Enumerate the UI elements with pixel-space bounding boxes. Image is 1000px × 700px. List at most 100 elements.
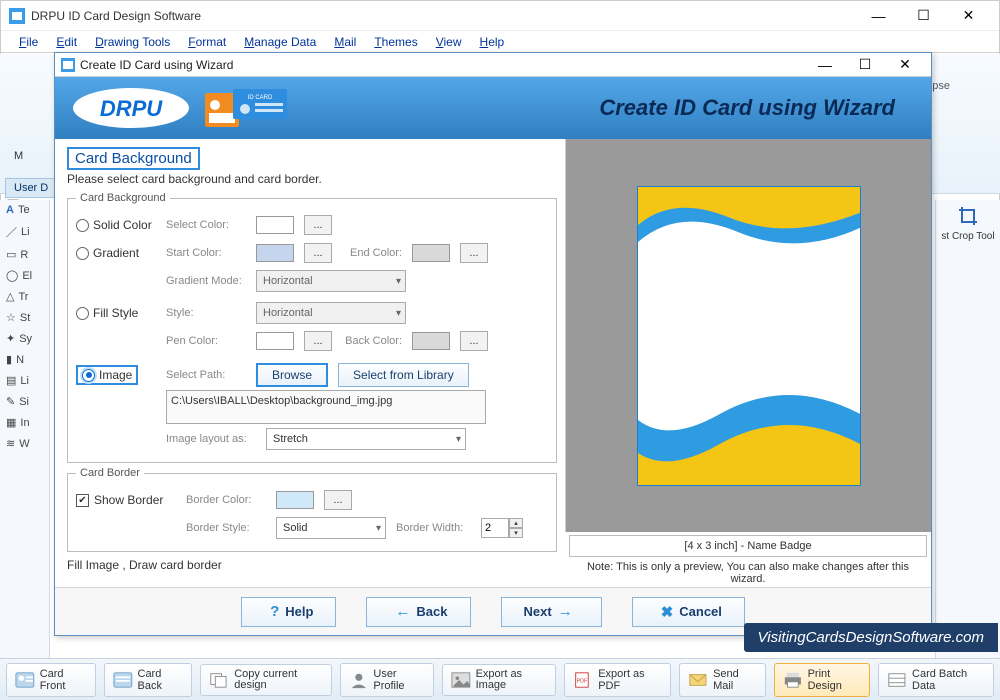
gradient-mode-select[interactable]: Horizontal (256, 270, 406, 292)
arrow-left-icon: ← (395, 603, 410, 620)
card-front-button[interactable]: Card Front (6, 663, 96, 697)
menu-manage-data[interactable]: Manage Data (236, 33, 324, 51)
wizard-icon (61, 58, 75, 72)
send-mail-button[interactable]: Send Mail (679, 663, 766, 697)
spinner-up[interactable]: ▴ (509, 518, 523, 528)
maximize-button[interactable]: ☐ (901, 1, 946, 31)
crop-tool-label: st Crop Tool (936, 231, 1000, 242)
card-preview (637, 186, 861, 486)
tool-text[interactable]: ATe (0, 200, 49, 220)
minimize-button[interactable]: — (856, 1, 901, 31)
image-path-field[interactable]: C:\Users\IBALL\Desktop\background_img.jp… (166, 390, 486, 424)
wizard-minimize-button[interactable]: — (805, 54, 845, 76)
back-color-label: Back Color: (342, 335, 402, 347)
tool-insert[interactable]: ▦In (0, 412, 49, 433)
crop-icon[interactable] (958, 206, 978, 226)
gradient-end-swatch[interactable] (412, 244, 450, 262)
pen-color-label: Pen Color: (166, 335, 246, 347)
gradient-start-picker-button[interactable]: ... (304, 243, 332, 263)
solid-color-picker-button[interactable]: ... (304, 215, 332, 235)
m-fragment: M (14, 150, 23, 162)
tool-symbol[interactable]: ✦Sy (0, 328, 49, 349)
id-cards-icon: ID CARD (203, 85, 293, 131)
menu-view[interactable]: View (428, 33, 470, 51)
wizard-maximize-button[interactable]: ☐ (845, 54, 885, 76)
menu-edit[interactable]: Edit (48, 33, 85, 51)
section-subtitle: Please select card background and card b… (67, 172, 557, 186)
preview-wave-top (638, 187, 861, 267)
next-button[interactable]: Next→ (501, 597, 602, 627)
menu-drawing-tools[interactable]: Drawing Tools (87, 33, 178, 51)
fill-style-select[interactable]: Horizontal (256, 302, 406, 324)
tool-star[interactable]: ☆St (0, 307, 49, 328)
pen-color-swatch[interactable] (256, 332, 294, 350)
print-icon (783, 671, 803, 689)
radio-gradient[interactable] (76, 247, 89, 260)
border-color-picker-button[interactable]: ... (324, 490, 352, 510)
preview-wave-bottom (638, 375, 861, 485)
radio-fill-style[interactable] (76, 307, 89, 320)
print-design-button[interactable]: Print Design (774, 663, 870, 697)
card-back-button[interactable]: Card Back (104, 663, 193, 697)
radio-solid-color[interactable] (76, 219, 89, 232)
radio-solid-label: Solid Color (93, 218, 152, 232)
browse-button[interactable]: Browse (256, 363, 328, 387)
menu-help[interactable]: Help (472, 33, 513, 51)
select-from-library-button[interactable]: Select from Library (338, 363, 469, 387)
section-title: Card Background (67, 147, 200, 170)
card-batch-data-button[interactable]: Card Batch Data (878, 663, 994, 697)
tool-ellipse[interactable]: ◯El (0, 265, 49, 286)
back-color-swatch[interactable] (412, 332, 450, 350)
border-width-input[interactable] (481, 518, 509, 538)
help-button[interactable]: ?Help (241, 597, 336, 627)
tool-rectangle[interactable]: ▭R (0, 244, 49, 265)
radio-image[interactable] (82, 369, 95, 382)
menu-themes[interactable]: Themes (366, 33, 425, 51)
wizard-close-button[interactable]: ✕ (885, 54, 925, 76)
left-toolbar: ATe ／Li ▭R ◯El △Tr ☆St ✦Sy ▮N ▤Li ✎Si ▦I… (0, 200, 50, 658)
export-pdf-button[interactable]: PDFExport as PDF (564, 663, 671, 697)
user-profile-button[interactable]: User Profile (340, 663, 434, 697)
app-icon (9, 8, 25, 24)
svg-text:ID CARD: ID CARD (248, 95, 273, 101)
select-color-label: Select Color: (166, 219, 246, 231)
export-image-button[interactable]: Export as Image (442, 664, 557, 696)
copy-design-button[interactable]: Copy current design (200, 664, 331, 696)
pdf-icon: PDF (573, 671, 593, 689)
tool-signature[interactable]: ✎Si (0, 391, 49, 412)
close-button[interactable]: ✕ (946, 1, 991, 31)
solid-color-swatch[interactable] (256, 216, 294, 234)
show-border-label: Show Border (94, 493, 163, 507)
batch-icon (887, 671, 907, 689)
spinner-down[interactable]: ▾ (509, 528, 523, 538)
tool-triangle[interactable]: △Tr (0, 286, 49, 307)
wizard-dialog: Create ID Card using Wizard — ☐ ✕ DRPU I… (54, 52, 932, 636)
back-button[interactable]: ←Back (366, 597, 470, 627)
select-path-label: Select Path: (166, 369, 246, 381)
tool-library[interactable]: ▤Li (0, 370, 49, 391)
copy-icon (209, 671, 229, 689)
gradient-start-swatch[interactable] (256, 244, 294, 262)
menu-file[interactable]: File (11, 33, 46, 51)
card-background-legend: Card Background (76, 192, 170, 204)
menu-format[interactable]: Format (180, 33, 234, 51)
tool-w[interactable]: ≋W (0, 433, 49, 454)
user-details-tab[interactable]: User D (5, 178, 57, 198)
tool-n[interactable]: ▮N (0, 349, 49, 370)
gradient-mode-label: Gradient Mode: (166, 275, 246, 287)
cancel-button[interactable]: ✖Cancel (632, 597, 745, 627)
drpu-logo: DRPU (71, 86, 191, 130)
wizard-title: Create ID Card using Wizard (80, 58, 805, 72)
card-front-icon (15, 671, 35, 689)
image-layout-select[interactable]: Stretch (266, 428, 466, 450)
border-color-swatch[interactable] (276, 491, 314, 509)
border-style-select[interactable]: Solid (276, 517, 386, 539)
gradient-end-picker-button[interactable]: ... (460, 243, 488, 263)
pen-color-picker-button[interactable]: ... (304, 331, 332, 351)
tool-line[interactable]: ／Li (0, 220, 49, 244)
menu-mail[interactable]: Mail (326, 33, 364, 51)
end-color-label: End Color: (342, 247, 402, 259)
show-border-checkbox[interactable]: ✔ (76, 494, 89, 507)
border-width-spinner[interactable]: ▴▾ (481, 518, 523, 538)
back-color-picker-button[interactable]: ... (460, 331, 488, 351)
